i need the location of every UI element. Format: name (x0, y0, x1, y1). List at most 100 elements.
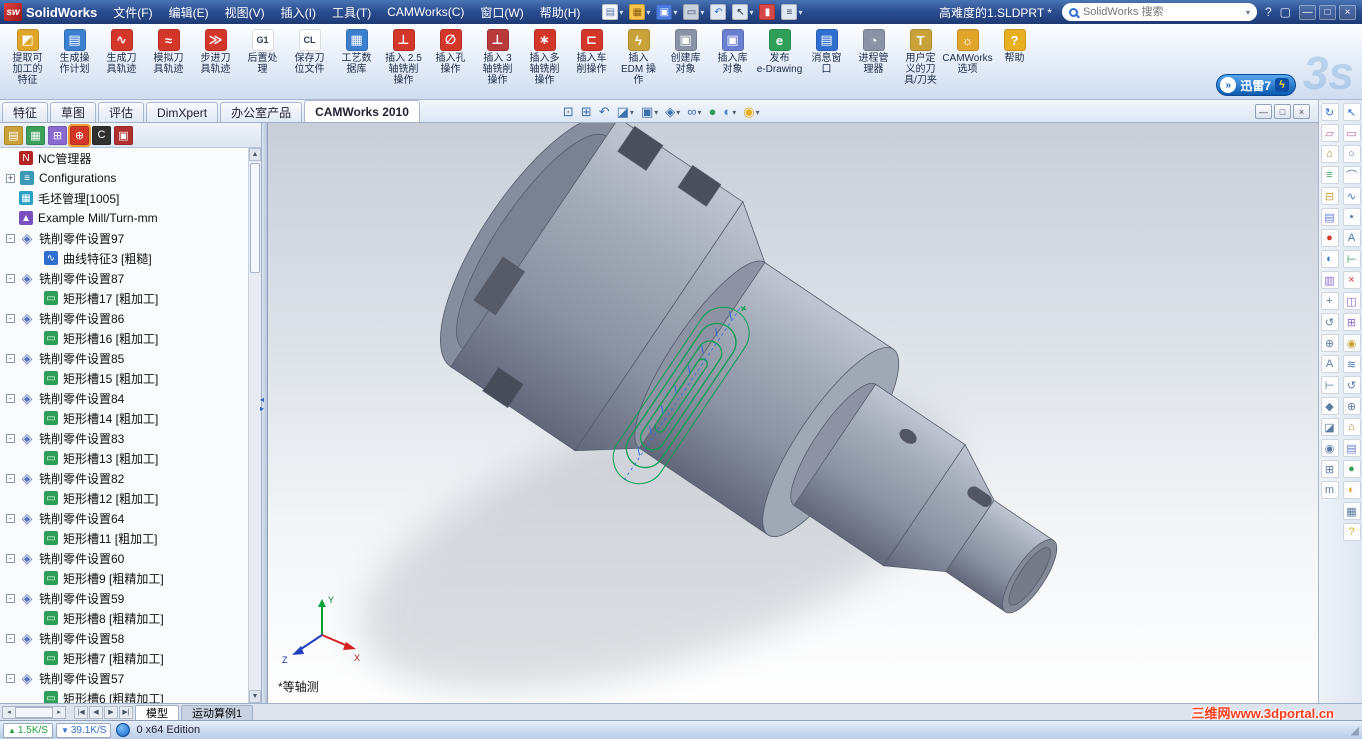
toolbar-options-dropdown-icon[interactable]: ▾ (798, 8, 802, 17)
menu-tools[interactable]: 工具(T) (324, 1, 379, 24)
view-settings-dropdown-icon[interactable]: ▾ (756, 108, 760, 117)
pattern-icon[interactable]: ⊞ (1342, 313, 1361, 331)
print-button[interactable]: ▭ ▾ (681, 3, 706, 21)
toolbar-options-button[interactable]: ≡ ▾ (779, 3, 804, 21)
collapse-icon[interactable]: - (6, 593, 15, 603)
insert-multiaxis-mill-operation-button[interactable]: ∗ 插入多 轴铣削 操作 (521, 27, 568, 88)
render-sphere-icon[interactable]: ● (1342, 460, 1361, 478)
open-document-dropdown-icon[interactable]: ▾ (646, 8, 650, 17)
tree-item[interactable]: ▭ 矩形槽9 [粗精加工] (0, 568, 248, 588)
flip-pane-icon[interactable]: ↻ (1320, 103, 1339, 121)
smart-dimension-icon[interactable]: ⊢ (1342, 250, 1361, 268)
tab-model[interactable]: 模型 (135, 705, 179, 720)
tree-scrollbar[interactable]: ▲ ▼ (248, 148, 261, 703)
trim-icon[interactable]: × (1342, 271, 1361, 289)
camworks-feature-tree-tab-icon[interactable]: ⊕ (68, 123, 91, 147)
technology-database-button[interactable]: ▦ 工艺数 据库 (333, 27, 380, 77)
collapse-icon[interactable]: - (6, 553, 15, 563)
tree-item[interactable]: - ◈ 铣削零件设置87 (0, 268, 248, 288)
rebuild-button[interactable]: ▮ (757, 3, 777, 21)
search-dropdown-icon[interactable]: ▾ (1246, 8, 1250, 17)
graphics-area[interactable]: Y X Z *等轴测 (268, 123, 1318, 703)
design-library-icon[interactable]: ≡ (1320, 166, 1339, 184)
section-view-dropdown-icon[interactable]: ▾ (630, 108, 634, 117)
file-explorer-icon[interactable]: ⊟ (1320, 187, 1339, 205)
hscroll-left-icon[interactable]: ◂ (3, 706, 15, 718)
tree-item[interactable]: - ◈ 铣削零件设置60 (0, 548, 248, 568)
thunder-tray-icon[interactable] (116, 723, 131, 737)
camworks-help-button[interactable]: ? 帮助 (991, 27, 1038, 66)
sketch-rectangle-icon[interactable]: ▭ (1342, 124, 1361, 142)
tree-item[interactable]: ▭ 矩形槽8 [粗精加工] (0, 608, 248, 628)
sketch-circle-icon[interactable]: ○ (1342, 145, 1361, 163)
hscroll-thumb[interactable] (15, 706, 53, 718)
collapse-icon[interactable]: - (6, 673, 15, 683)
camera-icon[interactable]: ◉ (1320, 439, 1339, 457)
tree-item[interactable]: ▭ 矩形槽11 [粗加工] (0, 528, 248, 548)
model-tab-nav-button[interactable]: ◀ (89, 705, 103, 719)
zoom-tool-icon[interactable]: ⊕ (1342, 397, 1361, 415)
thunder-badge[interactable]: » 迅雷7 ϟ (1216, 74, 1296, 96)
tree-item[interactable]: ▭ 矩形槽14 [粗加工] (0, 408, 248, 428)
annotation-icon[interactable]: A (1320, 355, 1339, 373)
generate-toolpath-button[interactable]: ∿ 生成刀 具轨迹 (98, 27, 145, 77)
generate-operation-plan-button[interactable]: ▤ 生成操 作计划 (51, 27, 98, 77)
insert-25-axis-mill-operation-button[interactable]: ⊥ 插入 2.5 轴铣削 操作 (380, 27, 427, 88)
step-through-toolpath-button[interactable]: ≫ 步进刀 具轨迹 (192, 27, 239, 77)
fillet-icon[interactable]: ◉ (1342, 334, 1361, 352)
doc-minimize-button[interactable]: — (1255, 104, 1272, 119)
open-document-button[interactable]: ▦ ▾ (627, 3, 652, 21)
collapse-icon[interactable]: - (6, 313, 15, 323)
tree-item[interactable]: N NC管理器 (0, 148, 248, 168)
tab-office-products[interactable]: 办公室产品 (220, 102, 303, 122)
window-minimize-button[interactable]: — (1299, 4, 1316, 20)
tree-item[interactable]: - ◈ 铣削零件设置83 (0, 428, 248, 448)
hide-show-items-dropdown-icon[interactable]: ▾ (698, 108, 702, 117)
view-orientation-dropdown-icon[interactable]: ▾ (654, 108, 658, 117)
view-palette-icon[interactable]: ▤ (1320, 208, 1339, 226)
tree-item[interactable]: + ≡ Configurations (0, 168, 248, 188)
select-icon[interactable]: ↖ (1342, 103, 1361, 121)
tab-camworks-2010[interactable]: CAMWorks 2010 (304, 100, 420, 122)
tab-features[interactable]: 特征 (2, 102, 49, 122)
insert-edm-operation-button[interactable]: ϟ 插入 EDM 操作 (615, 27, 662, 88)
menu-file[interactable]: 文件(F) (105, 1, 160, 24)
section-tool-icon[interactable]: ◪ (1320, 418, 1339, 436)
display-style-dropdown-icon[interactable]: ▾ (676, 108, 680, 117)
appearances-icon[interactable]: ● (1320, 229, 1339, 247)
model-tab-nav-button[interactable]: ▶| (119, 705, 133, 719)
new-document-button[interactable]: ▤ ▾ (600, 3, 625, 21)
simulate-toolpath-button[interactable]: ≈ 模拟刀 具轨迹 (145, 27, 192, 77)
help-icon[interactable]: ? (1265, 5, 1272, 19)
units-icon[interactable]: m (1320, 481, 1339, 499)
previous-view-button[interactable]: ↶ (596, 104, 613, 120)
zoom-icon[interactable]: ⊕ (1320, 334, 1339, 352)
edit-appearance-button[interactable]: ● (706, 104, 720, 120)
offset-icon[interactable]: ≋ (1342, 355, 1361, 373)
display-style-button[interactable]: ◈ ▾ (662, 104, 683, 120)
extract-machinable-features-button[interactable]: ◩ 提取可 加工的 特征 (4, 27, 51, 88)
menu-insert[interactable]: 插入(I) (273, 1, 324, 24)
home-icon[interactable]: ⌂ (1320, 145, 1339, 163)
splitter-grip-icon[interactable]: ◂ ▸ (260, 395, 264, 413)
scroll-track[interactable] (249, 275, 261, 690)
tree-item[interactable]: ▲ Example Mill/Turn-mm (0, 208, 248, 228)
tree-item[interactable]: - ◈ 铣削零件设置58 (0, 628, 248, 648)
tree-item[interactable]: ▭ 矩形槽16 [粗加工] (0, 328, 248, 348)
save-dropdown-icon[interactable]: ▾ (673, 8, 677, 17)
select-arrow-dropdown-icon[interactable]: ▾ (749, 8, 753, 17)
tree-item[interactable]: ▭ 矩形槽13 [粗加工] (0, 448, 248, 468)
camworks-operation-tree-tab-icon[interactable]: C (92, 125, 111, 145)
quick-help-icon[interactable]: ? (1342, 523, 1361, 541)
sketch-spline-icon[interactable]: ∿ (1342, 187, 1361, 205)
tree-item[interactable]: ▭ 矩形槽12 [粗加工] (0, 488, 248, 508)
tree-item[interactable]: - ◈ 铣削零件设置86 (0, 308, 248, 328)
search-input[interactable] (1082, 6, 1246, 18)
tree-item[interactable]: - ◈ 铣削零件设置97 (0, 228, 248, 248)
tree-item[interactable]: - ◈ 铣削零件设置82 (0, 468, 248, 488)
sketch-text-icon[interactable]: A (1342, 229, 1361, 247)
doc-close-button[interactable]: × (1293, 104, 1310, 119)
process-manager-button[interactable]: ◔ 进程管 理器 (850, 27, 897, 77)
window-maximize-button[interactable]: □ (1319, 4, 1336, 20)
scroll-down-icon[interactable]: ▼ (249, 690, 261, 703)
